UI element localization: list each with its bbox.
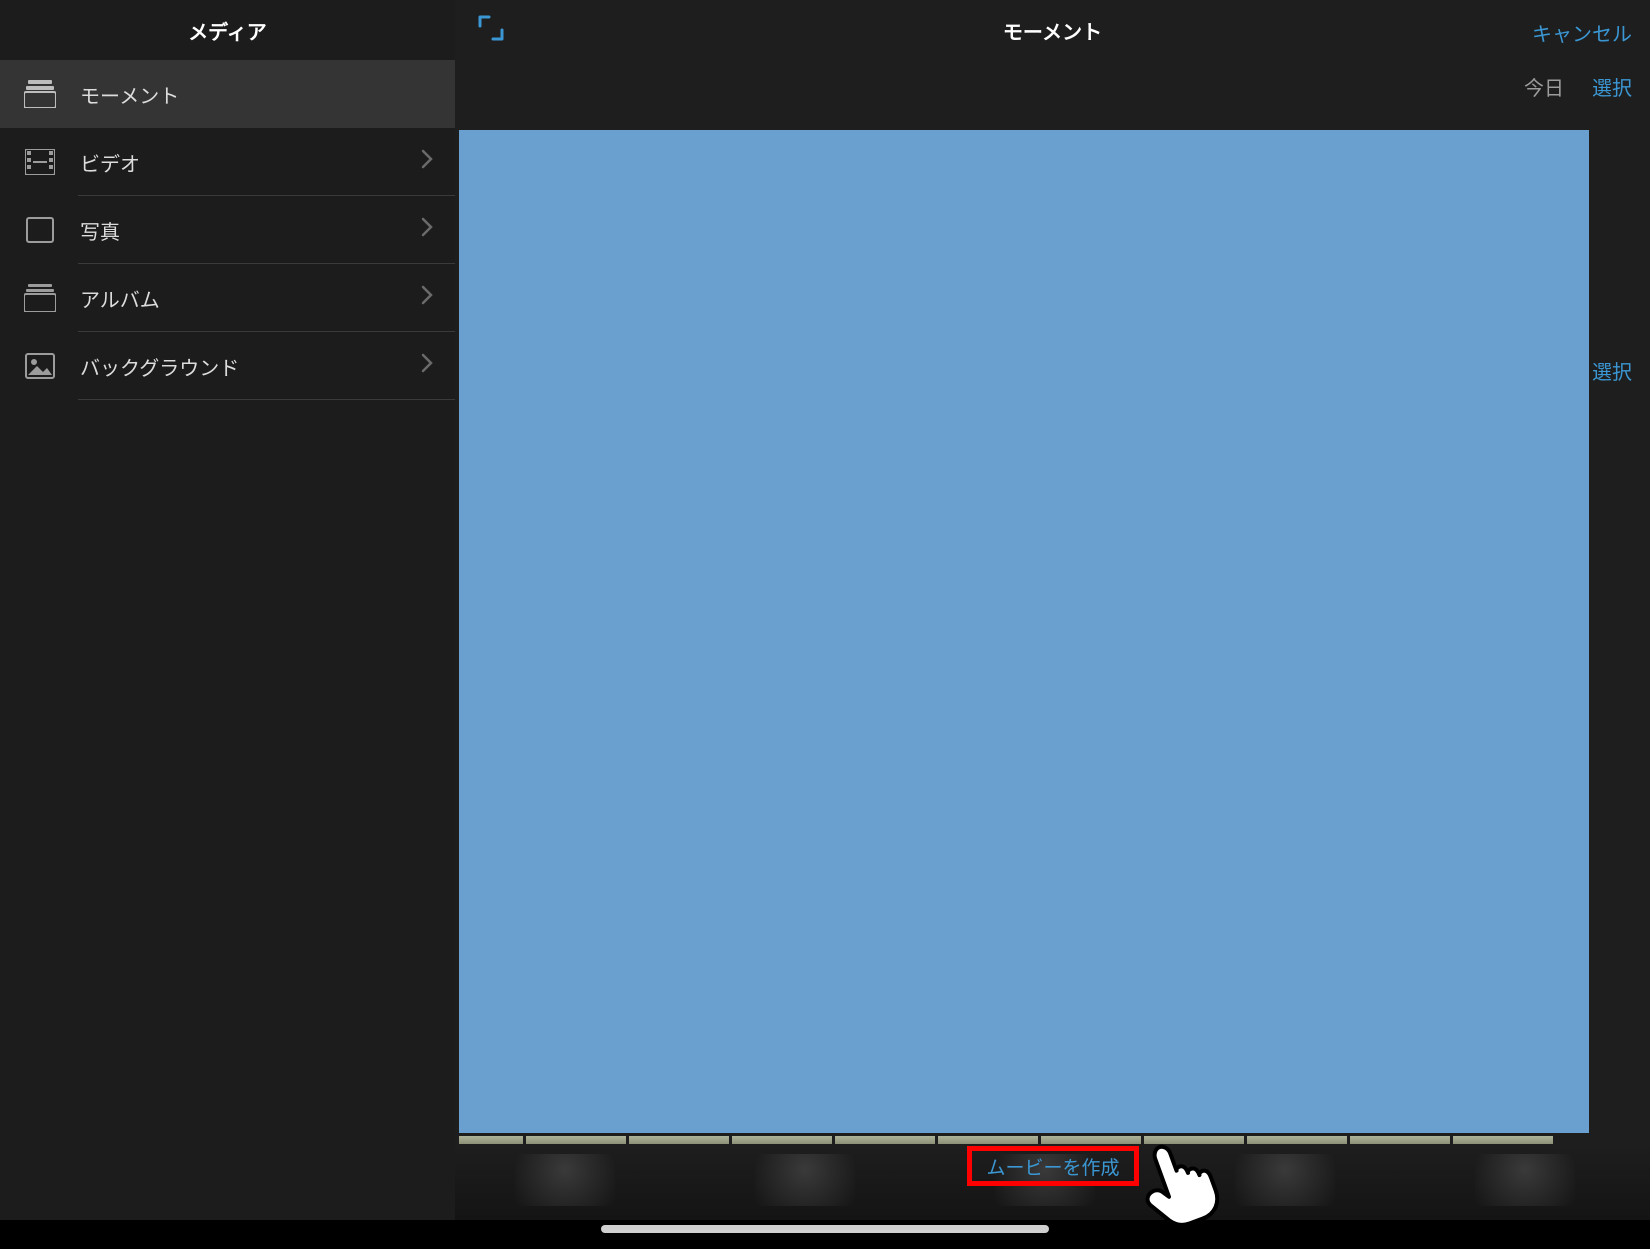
- thumbnail[interactable]: [629, 1136, 729, 1144]
- footer-thumbnail[interactable]: [755, 1154, 855, 1206]
- thumbnail[interactable]: [732, 1136, 832, 1144]
- stack-icon: [22, 280, 58, 316]
- expand-icon[interactable]: [477, 14, 509, 46]
- stack-icon: [22, 76, 58, 112]
- thumbnail[interactable]: [938, 1136, 1038, 1144]
- chevron-right-icon: [421, 217, 433, 243]
- footer-bar: ムービーを作成: [455, 1144, 1650, 1220]
- thumbnail[interactable]: [1041, 1136, 1141, 1144]
- thumbnail[interactable]: [1350, 1136, 1450, 1144]
- media-sidebar: メディア モーメント ビデオ: [0, 0, 455, 1220]
- today-label: 今日: [1524, 72, 1564, 101]
- main-panel: モーメント キャンセル 今日 選択 選択: [455, 0, 1650, 1220]
- thumbnail[interactable]: [835, 1136, 935, 1144]
- sidebar-item-moments[interactable]: モーメント: [0, 60, 455, 128]
- create-movie-button-highlight[interactable]: ムービーを作成: [967, 1146, 1139, 1186]
- app-root: メディア モーメント ビデオ: [0, 0, 1650, 1220]
- thumbnail[interactable]: [1144, 1136, 1244, 1144]
- select-button-top[interactable]: 選択: [1592, 72, 1632, 101]
- thumbnail[interactable]: [526, 1136, 626, 1144]
- sidebar-item-video[interactable]: ビデオ: [0, 128, 455, 196]
- sidebar-title: メディア: [0, 0, 455, 60]
- media-preview[interactable]: [459, 130, 1589, 1133]
- main-title: モーメント: [1003, 16, 1102, 45]
- sidebar-item-label: アルバム: [80, 284, 421, 313]
- thumbnail[interactable]: [459, 1136, 523, 1144]
- footer-thumbnail[interactable]: [1475, 1154, 1575, 1206]
- sidebar-item-label: ビデオ: [80, 148, 421, 177]
- divider: [78, 399, 455, 400]
- film-icon: [22, 144, 58, 180]
- sidebar-item-label: モーメント: [80, 80, 433, 109]
- main-header: モーメント キャンセル: [455, 0, 1650, 60]
- sidebar-item-albums[interactable]: アルバム: [0, 264, 455, 332]
- thumbnail[interactable]: [1453, 1136, 1553, 1144]
- chevron-right-icon: [421, 149, 433, 175]
- footer-thumbnail[interactable]: [515, 1154, 615, 1206]
- sidebar-item-label: バックグラウンド: [80, 352, 421, 381]
- sidebar-item-label: 写真: [80, 216, 421, 245]
- thumbnail-strip: [459, 1136, 1589, 1144]
- sidebar-item-background[interactable]: バックグラウンド: [0, 332, 455, 400]
- content-area: 選択: [455, 112, 1650, 1220]
- chevron-right-icon: [421, 285, 433, 311]
- footer-thumbnail[interactable]: [1235, 1154, 1335, 1206]
- create-movie-label: ムービーを作成: [986, 1153, 1119, 1180]
- select-button-side[interactable]: 選択: [1592, 356, 1632, 385]
- sidebar-list: モーメント ビデオ 写真: [0, 60, 455, 400]
- image-icon: [22, 348, 58, 384]
- thumbnail[interactable]: [1247, 1136, 1347, 1144]
- cancel-button[interactable]: キャンセル: [1532, 18, 1632, 47]
- square-icon: [22, 212, 58, 248]
- sidebar-item-photos[interactable]: 写真: [0, 196, 455, 264]
- sub-header: 今日 選択: [455, 60, 1650, 112]
- chevron-right-icon: [421, 353, 433, 379]
- home-indicator[interactable]: [601, 1225, 1049, 1233]
